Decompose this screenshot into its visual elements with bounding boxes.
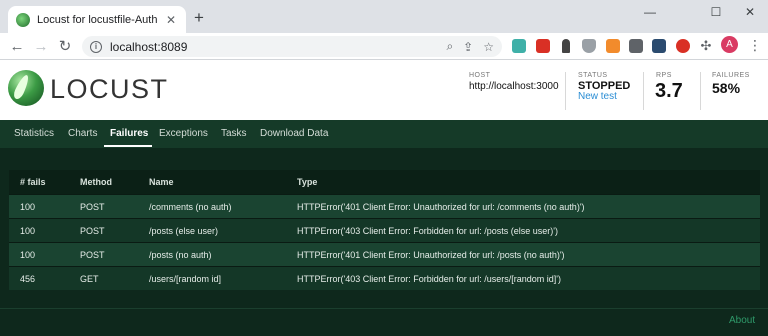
active-tab-indicator: [104, 145, 152, 147]
host-label: HOST: [469, 72, 491, 79]
column-header-method[interactable]: Method: [80, 177, 112, 187]
cell-fails: 456: [20, 274, 36, 284]
cell-name: /posts (no auth): [149, 250, 212, 260]
back-button[interactable]: ←: [8, 38, 26, 56]
bookmark-star-icon[interactable]: ☆: [483, 40, 494, 54]
tab-failures[interactable]: Failures: [110, 128, 148, 139]
tab-title: Locust for locustfile-Authorization: [37, 13, 158, 26]
cell-method: POST: [80, 250, 105, 260]
url-text[interactable]: localhost:8089: [110, 40, 436, 54]
zoom-search-icon[interactable]: ⌕: [446, 39, 453, 54]
logo-text[interactable]: LOCUST: [50, 74, 169, 105]
extension-opera-icon[interactable]: [676, 39, 690, 53]
failures-value: 58%: [712, 80, 741, 96]
extension-puzzle-grid-icon[interactable]: [629, 39, 643, 53]
tab-download-data[interactable]: Download Data: [260, 128, 328, 139]
failures-label: FAILURES: [712, 72, 750, 79]
locust-favicon-icon: [16, 12, 30, 27]
failures-table: # fails Method Name Type 100 POST /comme…: [9, 170, 760, 290]
tab-charts[interactable]: Charts: [68, 128, 97, 139]
new-test-link[interactable]: New test: [578, 91, 617, 102]
minimize-button[interactable]: —: [636, 4, 664, 20]
header-divider: [643, 72, 644, 110]
window-close-button[interactable]: ✕: [736, 4, 764, 20]
cell-method: GET: [80, 274, 99, 284]
extension-orange-icon[interactable]: [606, 39, 620, 53]
extension-teal-icon[interactable]: [512, 39, 526, 53]
tab-close-icon[interactable]: ✕: [164, 13, 178, 27]
browser-menu-icon[interactable]: ⋮: [748, 37, 762, 53]
status-label: STATUS: [578, 72, 608, 79]
table-header-row: # fails Method Name Type: [9, 170, 760, 194]
cell-method: POST: [80, 202, 105, 212]
maximize-button[interactable]: ☐: [702, 4, 730, 20]
main-nav: Statistics Charts Failures Exceptions Ta…: [0, 120, 768, 148]
cell-type: HTTPError('403 Client Error: Forbidden f…: [297, 226, 559, 236]
about-link[interactable]: About: [729, 315, 755, 326]
tab-statistics[interactable]: Statistics: [14, 128, 54, 139]
forward-button[interactable]: →: [32, 38, 50, 56]
share-icon[interactable]: ⇪: [463, 40, 473, 54]
profile-avatar[interactable]: A: [721, 36, 738, 53]
footer-divider: [0, 308, 768, 309]
cell-method: POST: [80, 226, 105, 236]
host-value: http://localhost:3000: [469, 81, 559, 92]
cell-type: HTTPError('401 Client Error: Unauthorize…: [297, 250, 565, 260]
failures-panel: # fails Method Name Type 100 POST /comme…: [0, 148, 768, 336]
rps-label: RPS: [656, 72, 672, 79]
table-row: 100 POST /comments (no auth) HTTPError('…: [9, 194, 760, 218]
browser-toolbar: ← → ↻ i localhost:8089 ⌕ ⇪ ☆ ✣: [0, 33, 768, 60]
extension-key-icon[interactable]: [562, 39, 570, 53]
cell-name: /users/[random id]: [149, 274, 222, 284]
extension-photo-icon[interactable]: [652, 39, 666, 53]
cell-type: HTTPError('401 Client Error: Unauthorize…: [297, 202, 585, 212]
extension-pdf-icon[interactable]: [536, 39, 550, 53]
browser-tab-strip: Locust for locustfile-Authorization ✕ + …: [0, 0, 768, 33]
tab-tasks[interactable]: Tasks: [221, 128, 247, 139]
browser-tab[interactable]: Locust for locustfile-Authorization ✕: [8, 6, 186, 33]
address-bar[interactable]: i localhost:8089 ⌕ ⇪ ☆: [82, 36, 502, 57]
table-row: 100 POST /posts (else user) HTTPError('4…: [9, 218, 760, 242]
column-header-fails[interactable]: # fails: [20, 177, 46, 187]
rps-value: 3.7: [655, 80, 683, 102]
cell-fails: 100: [20, 250, 36, 260]
locust-header: LOCUST HOST http://localhost:3000 STATUS…: [0, 60, 768, 120]
cell-name: /comments (no auth): [149, 202, 232, 212]
column-header-type[interactable]: Type: [297, 177, 317, 187]
cell-fails: 100: [20, 226, 36, 236]
reload-button[interactable]: ↻: [56, 38, 74, 56]
header-divider: [565, 72, 566, 110]
new-tab-button[interactable]: +: [190, 9, 208, 27]
table-row: 456 GET /users/[random id] HTTPError('40…: [9, 266, 760, 290]
extension-shield-icon[interactable]: [582, 39, 596, 53]
tab-exceptions[interactable]: Exceptions: [159, 128, 208, 139]
cell-fails: 100: [20, 202, 36, 212]
site-info-icon[interactable]: i: [90, 40, 102, 53]
table-row: 100 POST /posts (no auth) HTTPError('401…: [9, 242, 760, 266]
extensions-puzzle-icon[interactable]: ✣: [699, 39, 713, 53]
cell-name: /posts (else user): [149, 226, 219, 236]
column-header-name[interactable]: Name: [149, 177, 174, 187]
header-divider: [700, 72, 701, 110]
cell-type: HTTPError('403 Client Error: Forbidden f…: [297, 274, 562, 284]
